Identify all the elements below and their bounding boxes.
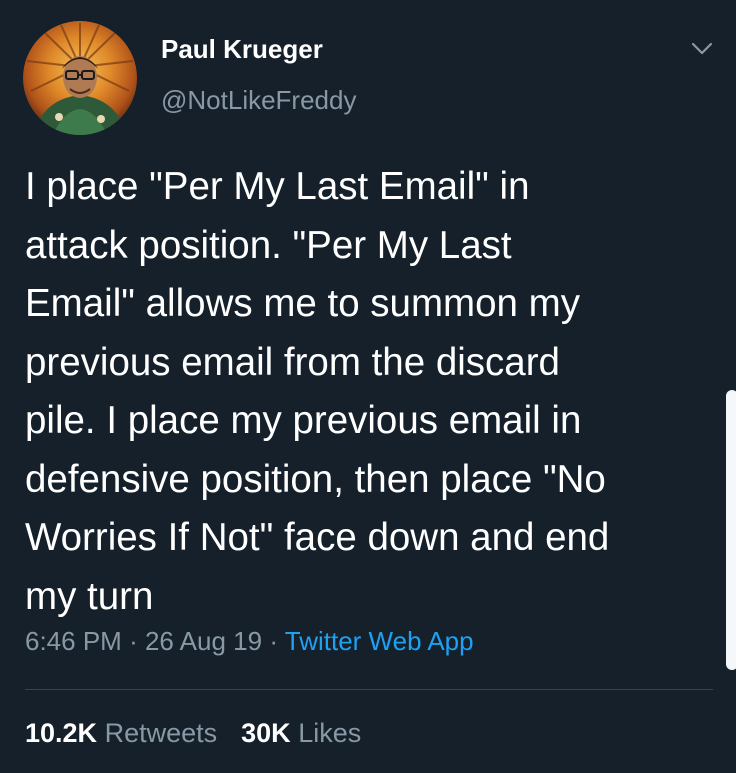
retweets-count: 10.2K xyxy=(25,718,98,748)
tweet-text: I place "Per My Last Email" in attack po… xyxy=(25,158,725,626)
display-name[interactable]: Paul Krueger xyxy=(161,34,323,65)
retweets-stat[interactable]: 10.2K Retweets xyxy=(25,718,217,748)
scrollbar[interactable] xyxy=(726,390,736,670)
tweet-text-line: attack position. "Per My Last xyxy=(25,223,512,267)
tweet-text-line: Email" allows me to summon my xyxy=(25,282,580,325)
tweet-text-line: pile. I place my previous email in xyxy=(25,399,582,442)
avatar[interactable] xyxy=(23,21,137,135)
retweets-label: Retweets xyxy=(104,718,218,748)
likes-label: Likes xyxy=(298,718,362,748)
likes-count: 30K xyxy=(241,718,291,748)
tweet-time[interactable]: 6:46 PM xyxy=(25,626,122,656)
tweet-text-line: I place "Per My Last Email" in xyxy=(25,165,530,208)
divider xyxy=(25,689,713,690)
chevron-down-icon[interactable] xyxy=(688,34,716,62)
likes-stat[interactable]: 30K Likes xyxy=(241,718,361,748)
meta-separator: · xyxy=(269,626,278,656)
avatar-image xyxy=(23,21,137,135)
user-handle[interactable]: @NotLikeFreddy xyxy=(161,85,356,116)
tweet-text-line: previous email from the discard xyxy=(25,340,560,384)
meta-separator: · xyxy=(129,626,138,656)
tweet-text-line: defensive position, then place "No xyxy=(25,457,606,501)
tweet-text-line: Worries If Not" face down and end xyxy=(25,516,610,559)
tweet-text-line: my turn xyxy=(25,574,154,618)
tweet-stats: 10.2K Retweets 30K Likes xyxy=(25,718,361,749)
tweet-source-link[interactable]: Twitter Web App xyxy=(285,626,474,656)
tweet-card: Paul Krueger @NotLikeFreddy I place "Per… xyxy=(0,0,736,773)
tweet-date[interactable]: 26 Aug 19 xyxy=(145,626,262,656)
tweet-meta: 6:46 PM · 26 Aug 19 · Twitter Web App xyxy=(25,626,474,657)
